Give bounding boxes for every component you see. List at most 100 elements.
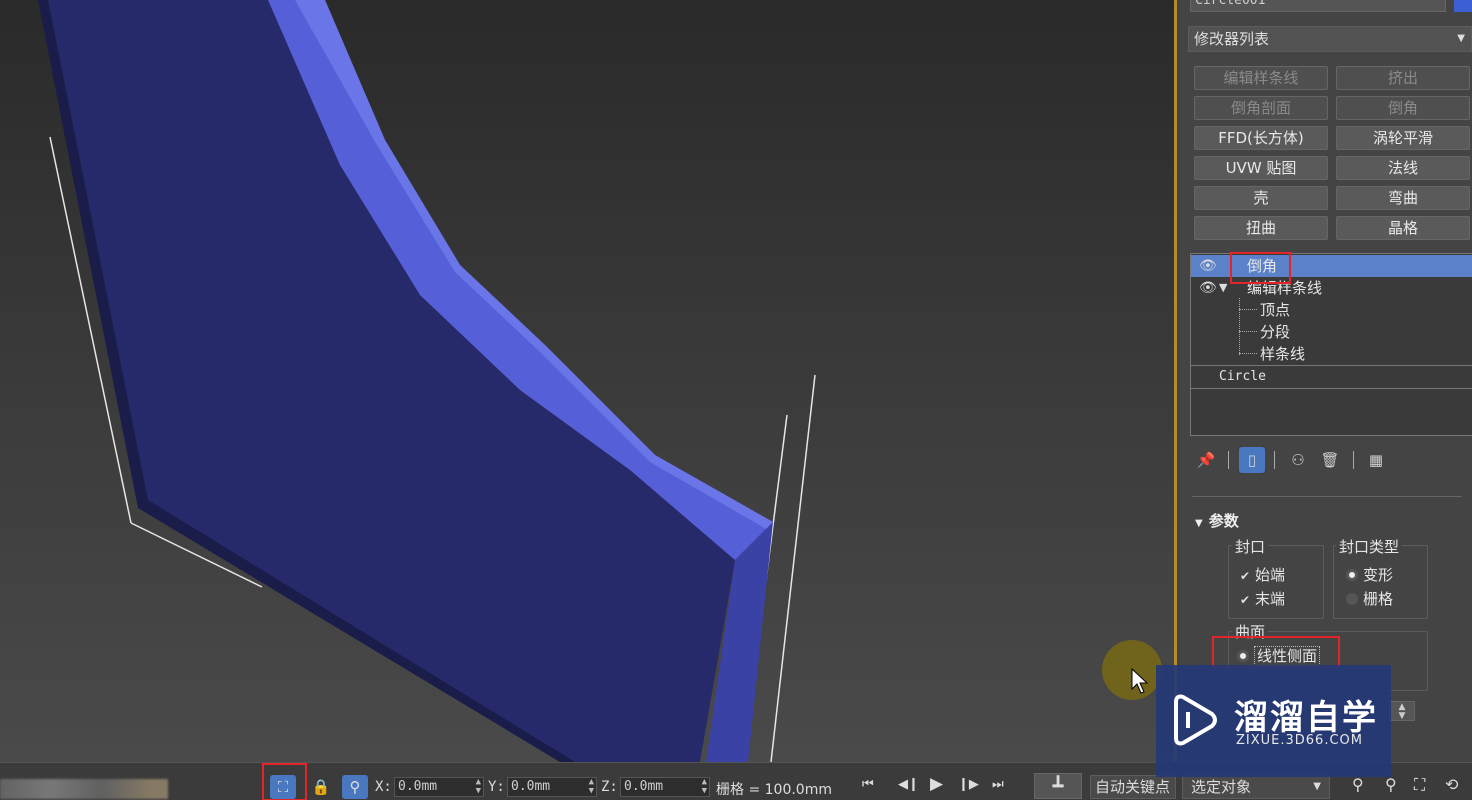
- z-label: Z:: [601, 779, 618, 795]
- eye-icon[interactable]: 👁: [1199, 255, 1217, 277]
- cap-start-checkbox[interactable]: ✔ 始端: [1240, 565, 1285, 585]
- watermark: 溜溜自学 ZIXUE.3D66.COM: [1156, 665, 1391, 777]
- z-coordinate-field[interactable]: 0.0mm ▲ ▼: [620, 777, 710, 797]
- surface-group-title: 曲面: [1232, 621, 1269, 642]
- watermark-title: 溜溜自学: [1234, 698, 1378, 738]
- cap-type-group-title: 封口类型: [1336, 536, 1403, 557]
- stack-item-bevel[interactable]: 👁 倒角: [1191, 255, 1472, 277]
- grid-size-label: 栅格 = 100.0mm: [716, 782, 832, 798]
- zoom-extents-icon[interactable]: ⛶: [1414, 775, 1425, 795]
- separator: [1228, 451, 1229, 469]
- linear-sides-label: 线性侧面: [1254, 646, 1321, 666]
- make-unique-icon[interactable]: ⚇: [1285, 447, 1311, 473]
- modifier-button-extrude[interactable]: 挤出: [1336, 66, 1470, 90]
- selection-lock-toggle-icon[interactable]: ⛶: [270, 775, 296, 799]
- stack-item-circle[interactable]: Circle: [1191, 366, 1472, 388]
- modifier-button-edit-spline[interactable]: 编辑样条线: [1194, 66, 1328, 90]
- watermark-url: ZIXUE.3D66.COM: [1236, 733, 1363, 748]
- cap-type-grid-radio[interactable]: 栅格: [1346, 589, 1393, 609]
- remove-modifier-icon[interactable]: 🗑: [1317, 447, 1343, 473]
- modifier-button-ffd-box[interactable]: FFD(长方体): [1194, 126, 1328, 150]
- cap-end-label: 末端: [1255, 590, 1286, 608]
- modifier-button-shell[interactable]: 壳: [1194, 186, 1328, 210]
- spinner-arrows-icon[interactable]: ▲ ▼: [476, 778, 481, 796]
- separator: [1274, 451, 1275, 469]
- checkmark-icon: ✔: [1240, 569, 1251, 583]
- next-frame-icon[interactable]: ❙▶: [958, 777, 979, 792]
- cap-type-morph-label: 变形: [1363, 566, 1394, 584]
- cap-end-checkbox[interactable]: ✔ 末端: [1240, 589, 1285, 609]
- pin-stack-icon[interactable]: 📌: [1193, 447, 1219, 473]
- mouse-cursor-icon: [1131, 668, 1149, 694]
- modifier-button-bevel-profile[interactable]: 倒角剖面: [1194, 96, 1328, 120]
- set-key-button[interactable]: ┻: [1034, 773, 1082, 799]
- stack-toolbar: 📌 ▯ ⚇ 🗑 ▦: [1191, 445, 1471, 475]
- modifier-button-turbosmooth[interactable]: 涡轮平滑: [1336, 126, 1470, 150]
- stack-subitem-label: 样条线: [1260, 345, 1306, 363]
- show-end-result-icon[interactable]: ▯: [1239, 447, 1265, 473]
- lock-icon[interactable]: 🔒: [308, 775, 334, 799]
- watermark-logo-icon: [1174, 694, 1217, 746]
- modifier-stack: 👁 倒角 👁 ▼ 编辑样条线 顶点 分段 样条线 Circle: [1190, 253, 1472, 436]
- modifier-button-bend[interactable]: 弯曲: [1336, 186, 1470, 210]
- x-label: X:: [375, 779, 392, 795]
- collapse-triangle-icon: ▼: [1195, 518, 1203, 529]
- modifier-button-uvw-map[interactable]: UVW 贴图: [1194, 156, 1328, 180]
- y-value: 0.0mm: [511, 779, 551, 794]
- y-coordinate-field[interactable]: 0.0mm ▲ ▼: [507, 777, 597, 797]
- parameters-rollout-header[interactable]: ▼ 参数: [1195, 510, 1239, 530]
- radio-icon: [1346, 593, 1358, 605]
- object-color-swatch[interactable]: [1454, 0, 1472, 12]
- modifier-button-normal[interactable]: 法线: [1336, 156, 1470, 180]
- modifier-button-lattice[interactable]: 晶格: [1336, 216, 1470, 240]
- absolute-mode-transform-icon[interactable]: ⚲: [342, 775, 368, 799]
- spinner[interactable]: ▲ ▼: [1389, 701, 1415, 721]
- chevron-down-icon: ▼: [1313, 781, 1321, 792]
- configure-modifier-sets-icon[interactable]: ▦: [1363, 447, 1389, 473]
- stack-item-label: 编辑样条线: [1247, 279, 1323, 297]
- radio-icon: [1237, 650, 1249, 662]
- x-coordinate-field[interactable]: 0.0mm ▲ ▼: [394, 777, 484, 797]
- zoom-icon[interactable]: ⚲: [1352, 775, 1364, 794]
- modifier-button-twist[interactable]: 扭曲: [1194, 216, 1328, 240]
- bbox-line: [770, 374, 816, 762]
- viewport-scene: [38, 0, 816, 762]
- stack-subitem-segment[interactable]: 分段: [1191, 321, 1472, 343]
- go-to-start-icon[interactable]: ⏮: [862, 777, 874, 792]
- selection-set-dropdown[interactable]: 选定对象 ▼: [1182, 775, 1330, 799]
- auto-key-button[interactable]: 自动关键点: [1090, 775, 1176, 799]
- x-value: 0.0mm: [398, 779, 438, 794]
- y-label: Y:: [488, 779, 505, 795]
- cap-type-morph-radio[interactable]: 变形: [1346, 565, 1393, 585]
- stack-subitem-label: 分段: [1260, 323, 1291, 341]
- go-to-end-icon[interactable]: ⏭: [992, 777, 1004, 792]
- play-icon[interactable]: ▶: [930, 774, 943, 794]
- chevron-down-icon: ▼: [1457, 33, 1465, 44]
- selection-set-label: 选定对象: [1191, 778, 1252, 796]
- command-panel-modify: Circle001 修改器列表 ▼ 编辑样条线 挤出 倒角剖面 倒角 FFD(长…: [1177, 0, 1472, 762]
- zoom-all-icon[interactable]: ⚲: [1385, 775, 1397, 794]
- stack-subitem-vertex[interactable]: 顶点: [1191, 299, 1472, 321]
- linear-sides-radio[interactable]: 线性侧面: [1237, 646, 1321, 666]
- checkmark-icon: ✔: [1240, 593, 1251, 607]
- spinner-arrows-icon[interactable]: ▲ ▼: [589, 778, 594, 796]
- stack-subitem-label: 顶点: [1260, 301, 1291, 319]
- stack-item-label: 倒角: [1247, 257, 1278, 275]
- modifier-button-bevel[interactable]: 倒角: [1336, 96, 1470, 120]
- rollout-divider: [1192, 496, 1462, 497]
- expand-triangle-icon[interactable]: ▼: [1219, 277, 1227, 299]
- stack-subitem-spline[interactable]: 样条线: [1191, 343, 1472, 365]
- cap-type-grid-label: 栅格: [1363, 590, 1394, 608]
- previous-frame-icon[interactable]: ◀❙: [898, 777, 919, 792]
- eye-icon[interactable]: 👁: [1199, 277, 1217, 299]
- spinner-arrows-icon[interactable]: ▲ ▼: [702, 778, 707, 796]
- modifier-list-dropdown[interactable]: 修改器列表 ▼: [1188, 26, 1472, 52]
- cap-group-title: 封口: [1232, 536, 1269, 557]
- blurred-region: [0, 779, 168, 799]
- modifier-list-label: 修改器列表: [1194, 30, 1270, 48]
- stack-item-edit-spline[interactable]: 👁 ▼ 编辑样条线: [1191, 277, 1472, 299]
- orbit-icon[interactable]: ⟲: [1445, 775, 1458, 794]
- z-value: 0.0mm: [624, 779, 664, 794]
- object-name-field[interactable]: Circle001: [1190, 0, 1446, 12]
- perspective-viewport[interactable]: [0, 0, 1176, 762]
